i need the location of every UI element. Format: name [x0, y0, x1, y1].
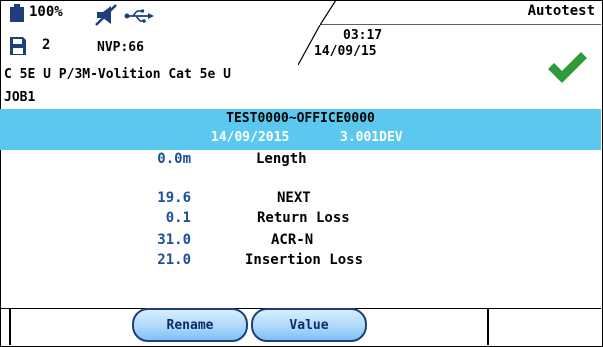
length-label: Length	[256, 151, 307, 167]
floppy-icon	[10, 37, 26, 55]
length-value: 0.0m	[157, 151, 191, 167]
battery-icon	[10, 4, 24, 22]
next-label: NEXT	[277, 190, 311, 206]
test-id: TEST0000~OFFICE0000	[226, 111, 375, 126]
status-header: 100% Autotest 2 NVP:66 03:17 14/09/15 C …	[0, 0, 601, 105]
date-display: 14/09/15	[314, 44, 377, 59]
check-icon	[548, 52, 587, 83]
nvp-value: NVP:66	[97, 40, 144, 55]
rename-button[interactable]: Rename	[132, 308, 248, 342]
mode-label: Autotest	[527, 3, 595, 19]
battery-percent: 100%	[29, 4, 63, 20]
test-date: 14/09/2015	[211, 130, 290, 145]
value-button[interactable]: Value	[251, 308, 367, 342]
acr-n-label: ACR-N	[271, 232, 314, 248]
insertion-loss-value: 21.0	[157, 252, 191, 268]
test-banner: TEST0000~OFFICE0000 14/09/2015 3.001DEV	[0, 109, 601, 150]
test-device: 3.001DEV	[340, 130, 403, 145]
softkey-separator	[487, 308, 489, 345]
usb-icon	[124, 9, 154, 23]
softkey-separator	[9, 308, 11, 345]
return-loss-label: Return Loss	[257, 210, 350, 226]
insertion-loss-label: Insertion Loss	[245, 252, 364, 268]
next-value: 19.6	[157, 190, 191, 206]
return-loss-value: 0.1	[165, 210, 191, 226]
time-display: 03:17	[343, 28, 383, 43]
memory-count: 2	[42, 37, 51, 53]
acr-n-value: 31.0	[157, 232, 191, 248]
cable-type: C 5E U P/3M-Volition Cat 5e U	[4, 67, 231, 82]
mute-icon	[95, 4, 117, 26]
job-name: JOB1	[4, 90, 36, 105]
